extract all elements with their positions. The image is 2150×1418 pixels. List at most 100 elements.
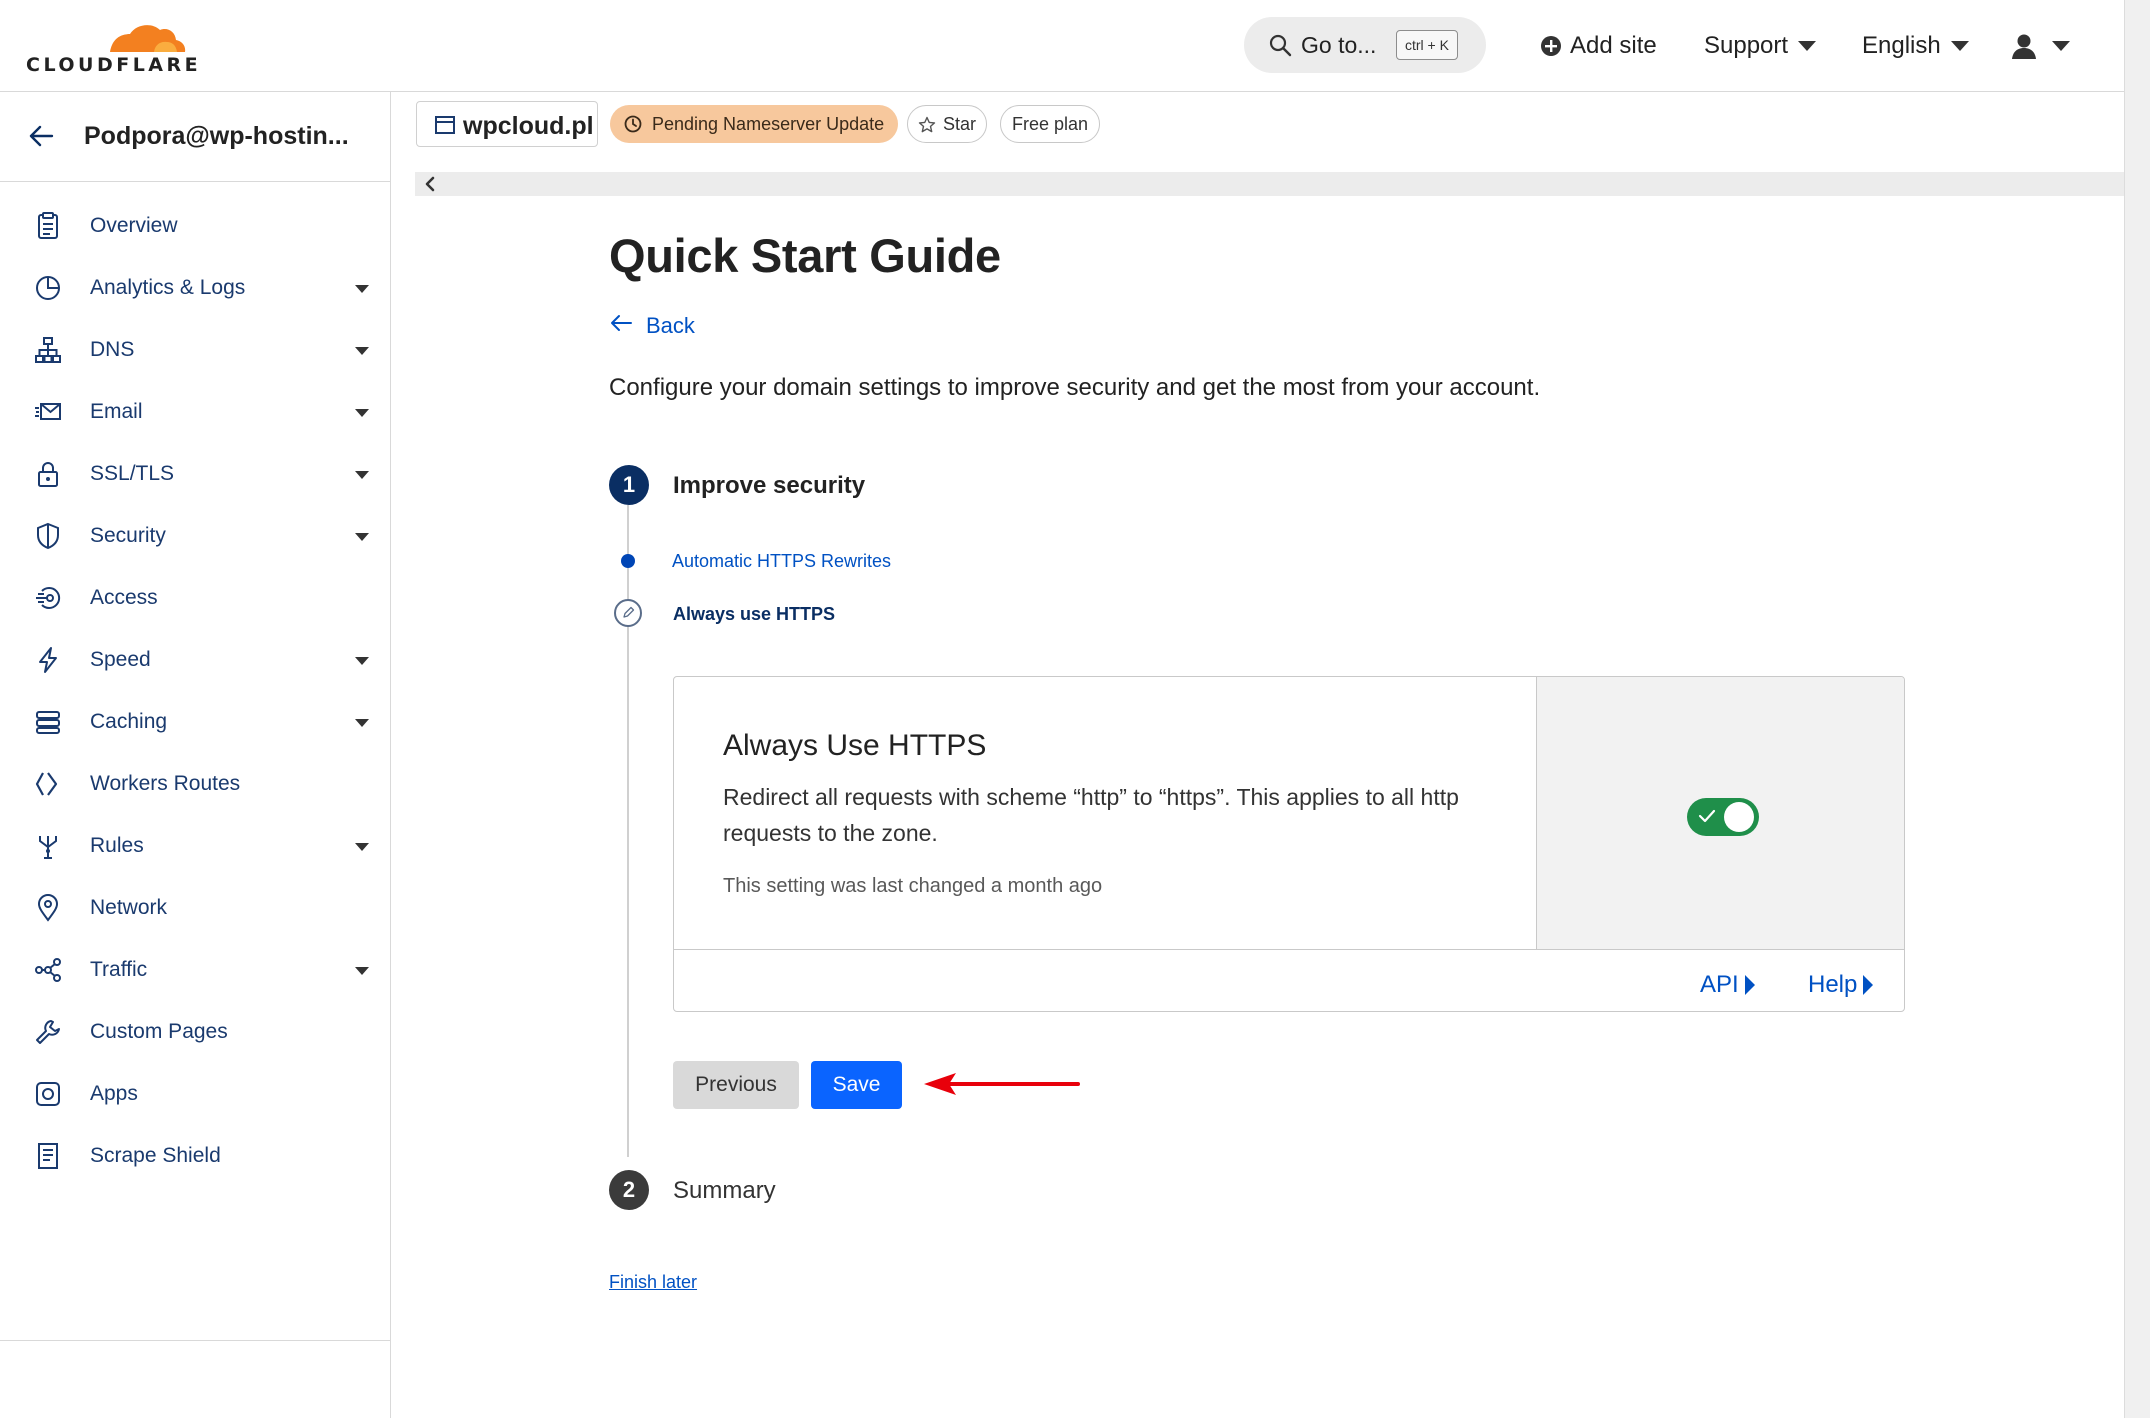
chevron-down-icon[interactable]: [355, 409, 369, 417]
toggle-knob: [1724, 802, 1754, 832]
sidebar-item-label: Custom Pages: [90, 1020, 228, 1043]
user-icon: [2012, 34, 2036, 59]
language-menu[interactable]: English: [1862, 0, 1969, 92]
sidebar-item-label: Apps: [90, 1082, 138, 1105]
add-site-button[interactable]: Add site: [1540, 0, 1657, 92]
always-https-toggle[interactable]: [1687, 798, 1759, 836]
sidebar-divider: [0, 1340, 390, 1341]
cloudflare-logo[interactable]: CLOUDFLARE: [26, 14, 202, 76]
chevron-down-icon[interactable]: [355, 719, 369, 727]
location-pin-icon: [37, 894, 59, 922]
sidebar-item-network[interactable]: Network: [0, 878, 390, 940]
status-badge[interactable]: Pending Nameserver Update: [610, 105, 899, 143]
chevron-down-icon[interactable]: [355, 285, 369, 293]
sidebar-item-label: Email: [90, 400, 143, 423]
rules-fork-icon: [39, 836, 57, 859]
api-link[interactable]: API: [1700, 971, 1755, 999]
language-label: English: [1862, 32, 1941, 59]
star-button[interactable]: Star: [907, 105, 987, 143]
lightning-icon: [39, 647, 57, 673]
caret-right-icon: [1863, 975, 1874, 995]
sidebar-item-dns[interactable]: DNS: [0, 320, 390, 382]
finish-later-link[interactable]: Finish later: [609, 1272, 697, 1293]
sidebar: Podpora@wp-hostin... Overview Analytics …: [0, 92, 391, 1418]
back-link-label: Back: [646, 313, 695, 338]
sidebar-item-access[interactable]: Access: [0, 568, 390, 630]
setting-control-panel: [1536, 677, 1904, 949]
chevron-down-icon[interactable]: [355, 471, 369, 479]
step-title: Summary: [673, 1177, 776, 1204]
page-scrollbar[interactable]: [2124, 0, 2150, 1418]
top-bar: CLOUDFLARE Go to... ctrl + K Add site Su…: [0, 0, 2124, 92]
substep-link[interactable]: Automatic HTTPS Rewrites: [672, 551, 891, 572]
collapse-sidebar-bar[interactable]: [415, 172, 2124, 196]
account-name: Podpora@wp-hostin...: [84, 122, 349, 150]
arrow-left-icon: [611, 315, 632, 331]
zone-selector[interactable]: wpcloud.pl: [416, 101, 598, 147]
sidebar-item-apps[interactable]: Apps: [0, 1064, 390, 1126]
annotation-arrow-icon: [924, 1073, 1080, 1095]
chevron-down-icon[interactable]: [355, 657, 369, 665]
api-link-label: API: [1700, 971, 1739, 998]
back-link[interactable]: Back: [609, 312, 695, 340]
save-button[interactable]: Save: [811, 1061, 902, 1109]
account-switcher[interactable]: Podpora@wp-hostin...: [0, 92, 390, 182]
sidebar-item-label: Caching: [90, 710, 168, 733]
document-icon: [38, 1143, 58, 1169]
sidebar-item-overview[interactable]: Overview: [0, 196, 390, 258]
sidebar-item-caching[interactable]: Caching: [0, 692, 390, 754]
arrow-left-icon[interactable]: [28, 123, 54, 149]
search-button[interactable]: Go to... ctrl + K: [1244, 17, 1486, 73]
sidebar-item-ssl-tls[interactable]: SSL/TLS: [0, 444, 390, 506]
chevron-down-icon: [1950, 41, 1969, 51]
sidebar-item-label: SSL/TLS: [90, 462, 175, 485]
keyboard-shortcut-hint: ctrl + K: [1396, 30, 1458, 60]
help-link-label: Help: [1808, 971, 1858, 998]
chevron-down-icon[interactable]: [355, 533, 369, 541]
chevron-down-icon: [2052, 41, 2070, 51]
sidebar-item-custom-pages[interactable]: Custom Pages: [0, 1002, 390, 1064]
sidebar-item-label: Workers Routes: [90, 772, 241, 795]
pie-chart-icon: [36, 276, 60, 300]
setting-title: Always Use HTTPS: [723, 729, 987, 762]
add-site-label: Add site: [1570, 32, 1657, 59]
chevron-down-icon[interactable]: [355, 843, 369, 851]
brand-name: CLOUDFLARE: [26, 54, 202, 76]
sidebar-item-traffic[interactable]: Traffic: [0, 940, 390, 1002]
substep-done-dot: [621, 554, 635, 568]
sidebar-item-label: Speed: [90, 648, 151, 671]
zone-domain: wpcloud.pl: [463, 112, 594, 140]
sidebar-item-label: Security: [90, 524, 166, 547]
previous-button[interactable]: Previous: [673, 1061, 799, 1109]
sidebar-item-scrape-shield[interactable]: Scrape Shield: [0, 1126, 390, 1188]
chevron-down-icon[interactable]: [355, 347, 369, 355]
caret-right-icon: [1744, 975, 1755, 995]
support-menu[interactable]: Support: [1704, 0, 1817, 92]
sidebar-item-label: Network: [90, 896, 168, 919]
email-icon: [35, 403, 61, 420]
workers-icon: [35, 772, 58, 796]
chevron-down-icon[interactable]: [355, 967, 369, 975]
sidebar-item-security[interactable]: Security: [0, 506, 390, 568]
search-label: Go to...: [1301, 32, 1377, 58]
step-number: 1: [609, 465, 649, 505]
sidebar-item-email[interactable]: Email: [0, 382, 390, 444]
plan-badge[interactable]: Free plan: [1000, 105, 1100, 143]
sidebar-item-speed[interactable]: Speed: [0, 630, 390, 692]
chevron-left-icon[interactable]: [423, 175, 437, 193]
sidebar-item-label: Rules: [90, 834, 144, 857]
sidebar-item-analytics-logs[interactable]: Analytics & Logs: [0, 258, 390, 320]
search-icon: [1269, 34, 1292, 57]
network-tree-icon: [35, 337, 61, 363]
sidebar-item-workers-routes[interactable]: Workers Routes: [0, 754, 390, 816]
step-title: Improve security: [673, 472, 866, 499]
user-menu[interactable]: [2010, 0, 2070, 92]
plan-label: Free plan: [1011, 114, 1089, 134]
help-link[interactable]: Help: [1808, 971, 1874, 999]
sidebar-item-label: Scrape Shield: [90, 1144, 221, 1167]
sidebar-item-rules[interactable]: Rules: [0, 816, 390, 878]
wrench-icon: [36, 1020, 60, 1044]
access-icon: [36, 587, 61, 609]
edit-pencil-icon: [614, 599, 642, 627]
step-number: 2: [609, 1170, 649, 1210]
